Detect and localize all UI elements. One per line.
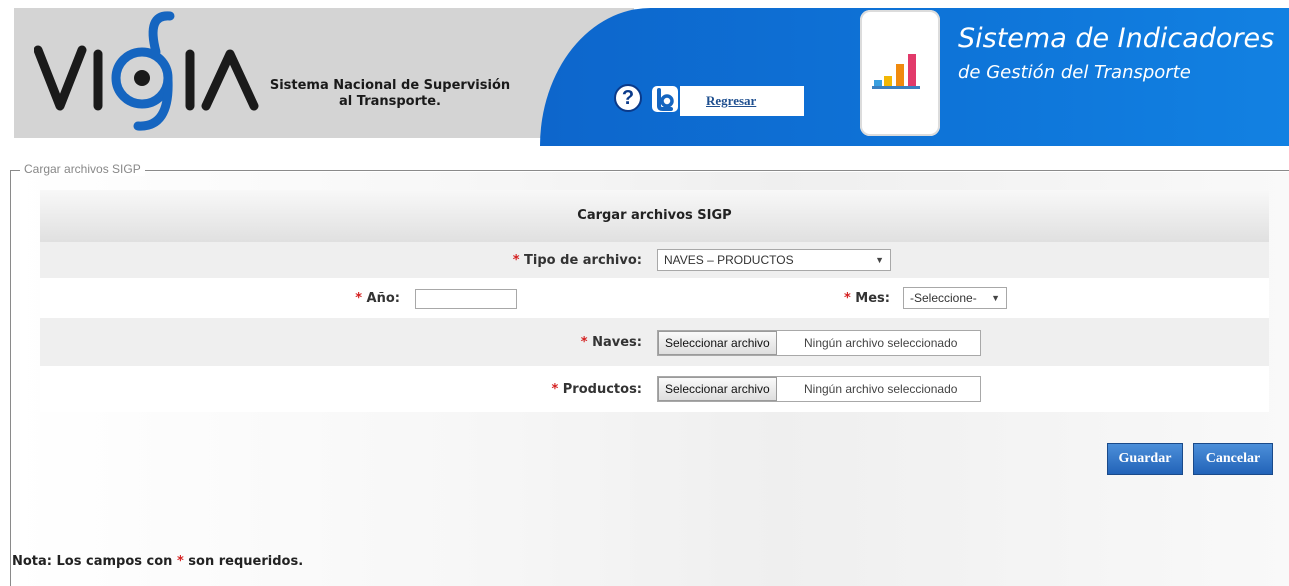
required-mark: * (843, 291, 851, 306)
app-icon-tile (860, 10, 940, 136)
naves-label-text: Naves: (592, 335, 642, 350)
naves-select-file-button[interactable]: Seleccionar archivo (658, 331, 777, 355)
app-title: Sistema de Indicadores (958, 23, 1275, 54)
org-name-line1: Sistema Nacional de Supervisión (269, 78, 511, 93)
note-suffix: son requeridos. (188, 554, 304, 569)
naves-file-status: Ningún archivo seleccionado (804, 336, 958, 350)
naves-file-input[interactable]: Seleccionar archivo Ningún archivo selec… (657, 330, 981, 356)
anio-input[interactable] (415, 289, 517, 309)
note-required-mark: * (176, 554, 184, 569)
productos-file-input[interactable]: Seleccionar archivo Ningún archivo selec… (657, 376, 981, 402)
back-icon[interactable] (650, 84, 680, 114)
row-anio-mes: * Año: * Mes: -Seleccione- ▼ (40, 278, 1269, 318)
tipo-archivo-select[interactable]: NAVES – PRODUCTOS ▼ (657, 249, 891, 271)
org-name-line2: al Transporte. (339, 94, 441, 109)
productos-file-status: Ningún archivo seleccionado (804, 382, 958, 396)
required-mark: * (355, 291, 363, 306)
productos-label-text: Productos: (562, 382, 642, 397)
back-link[interactable]: Regresar (680, 86, 804, 116)
form-title: Cargar archivos SIGP (40, 190, 1269, 242)
cancel-button[interactable]: Cancelar (1193, 443, 1273, 475)
dropdown-arrow-icon: ▼ (991, 293, 1000, 303)
mes-value: -Seleccione- (910, 291, 977, 305)
fieldset-legend: Cargar archivos SIGP (20, 162, 145, 176)
required-note: Nota: Los campos con * son requeridos. (12, 554, 303, 569)
mes-label: * Mes: (780, 291, 890, 306)
mes-label-text: Mes: (855, 291, 890, 306)
help-symbol: ? (621, 87, 635, 109)
productos-label: * Productos: (480, 382, 642, 397)
header: Sistema Nacional de Supervisión al Trans… (0, 0, 1289, 150)
save-button[interactable]: Guardar (1107, 443, 1183, 475)
row-naves: * Naves: Seleccionar archivo Ningún arch… (40, 318, 1269, 366)
tipo-archivo-label-text: Tipo de archivo: (524, 253, 642, 268)
chart-icon (872, 54, 920, 89)
tipo-archivo-value: NAVES – PRODUCTOS (664, 253, 794, 267)
dropdown-arrow-icon: ▼ (875, 255, 884, 265)
note-prefix: Nota: Los campos con (12, 554, 173, 569)
help-icon[interactable]: ? (614, 84, 642, 112)
row-tipo-archivo: * Tipo de archivo: NAVES – PRODUCTOS ▼ (40, 242, 1269, 278)
vigia-logo (34, 11, 259, 131)
required-mark: * (512, 253, 520, 268)
app-subtitle: de Gestión del Transporte (958, 62, 1191, 83)
upload-form: Cargar archivos SIGP * Tipo de archivo: … (40, 190, 1269, 412)
required-mark: * (551, 382, 559, 397)
naves-label: * Naves: (480, 335, 642, 350)
productos-select-file-button[interactable]: Seleccionar archivo (658, 377, 777, 401)
tipo-archivo-label: * Tipo de archivo: (400, 253, 642, 268)
anio-label-text: Año: (366, 291, 400, 306)
anio-label: * Año: (240, 291, 400, 306)
required-mark: * (580, 335, 588, 350)
row-productos: * Productos: Seleccionar archivo Ningún … (40, 366, 1269, 412)
mes-select[interactable]: -Seleccione- ▼ (903, 287, 1007, 309)
org-name: Sistema Nacional de Supervisión al Trans… (268, 78, 512, 110)
